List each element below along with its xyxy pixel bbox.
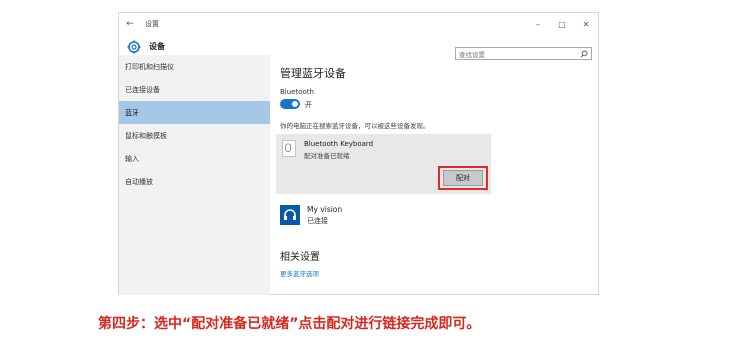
sidebar-item-label: 打印机和扫描仪: [125, 62, 174, 71]
device-item-keyboard[interactable]: Bluetooth Keyboard 配对准备已就绪 配对: [276, 134, 491, 194]
headset-icon: [280, 205, 300, 225]
sidebar-item-label: 蓝牙: [125, 108, 139, 117]
bluetooth-label: Bluetooth: [280, 88, 314, 96]
sidebar-item-typing[interactable]: 输入: [119, 147, 270, 170]
keyboard-icon: [282, 140, 296, 157]
back-arrow-icon[interactable]: ←: [121, 19, 139, 29]
toggle-knob: [292, 101, 298, 107]
sidebar-item-connected-devices[interactable]: 已连接设备: [119, 78, 270, 101]
sidebar-item-mouse-touchpad[interactable]: 鼠标和触摸板: [119, 124, 270, 147]
main-content: 管理蓝牙设备 Bluetooth 开 你的电脑正在搜索蓝牙设备，可以被这些设备发…: [270, 55, 598, 294]
toggle-state-label: 开: [305, 101, 312, 109]
sidebar-item-label: 输入: [125, 154, 139, 163]
section-title: 管理蓝牙设备: [280, 67, 346, 80]
sidebar-item-printers[interactable]: 打印机和扫描仪: [119, 55, 270, 78]
gear-icon: [127, 40, 141, 54]
title-bar: ← 设置 – □ ✕: [119, 13, 598, 35]
device-name: Bluetooth Keyboard: [304, 140, 374, 148]
related-settings-title: 相关设置: [280, 252, 320, 263]
instruction-caption: 第四步：选中“配对准备已就绪”点击配对进行链接完成即可。: [98, 316, 481, 332]
discovery-description: 你的电脑正在搜索蓝牙设备，可以被这些设备发现。: [280, 122, 430, 130]
sidebar-item-autoplay[interactable]: 自动播放: [119, 170, 270, 193]
sidebar-item-label: 已连接设备: [125, 85, 160, 94]
device-status: 已连接: [307, 217, 328, 225]
maximize-button[interactable]: □: [550, 13, 574, 35]
device-status: 配对准备已就绪: [304, 152, 350, 160]
settings-window: ← 设置 – □ ✕ 设备 查找设置 打印机和扫描仪 已连接设备 蓝牙 鼠标和触…: [118, 12, 599, 295]
bluetooth-toggle[interactable]: [280, 99, 300, 109]
sidebar-item-label: 鼠标和触摸板: [125, 131, 167, 140]
minimize-button[interactable]: –: [526, 13, 550, 35]
close-button[interactable]: ✕: [574, 13, 598, 35]
page-title: 设备: [149, 42, 165, 51]
window-controls: – □ ✕: [526, 13, 598, 35]
more-bluetooth-options-link[interactable]: 更多蓝牙选项: [280, 268, 319, 278]
window-title: 设置: [145, 20, 159, 28]
sidebar-item-bluetooth[interactable]: 蓝牙: [119, 101, 270, 124]
device-name[interactable]: My vision: [307, 205, 342, 214]
pair-button[interactable]: 配对: [443, 170, 483, 186]
sidebar-item-label: 自动播放: [125, 177, 153, 186]
sidebar: 打印机和扫描仪 已连接设备 蓝牙 鼠标和触摸板 输入 自动播放: [119, 55, 270, 295]
